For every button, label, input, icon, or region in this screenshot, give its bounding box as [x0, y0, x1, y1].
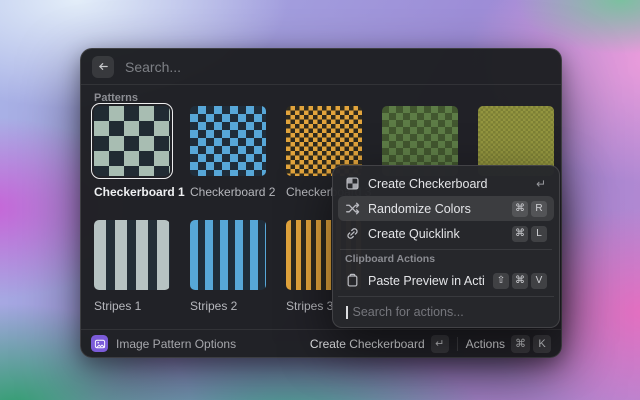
keycap-return: ↵: [431, 335, 449, 353]
pattern-label: Stripes 2: [187, 299, 269, 313]
footer-app-label: Image Pattern Options: [116, 337, 236, 351]
actions-menu-items: Create Checkerboard↵Randomize Colors⌘RCr…: [338, 171, 554, 293]
footer-actions-group: Create Checkerboard ↵ Actions ⌘K: [310, 335, 551, 353]
footer-divider: [457, 337, 458, 351]
pattern-item-checkerboard-2[interactable]: Checkerboard 2: [187, 103, 269, 199]
actions-label: Actions: [466, 337, 505, 351]
back-button[interactable]: [92, 56, 114, 78]
keycap: R: [531, 201, 547, 217]
menu-item-create-checkerboard[interactable]: Create Checkerboard ↵: [338, 171, 554, 196]
pattern-item-checkerboard-1[interactable]: Checkerboard 1: [91, 103, 173, 199]
menu-item-label: Create Quicklink: [368, 227, 460, 241]
footer-bar: Image Pattern Options Create Checkerboar…: [81, 329, 561, 357]
keycap: ↵: [536, 177, 546, 191]
keycap: L: [531, 226, 547, 242]
menu-item-shortcut: ↵: [536, 177, 547, 191]
shuffle-icon: [345, 201, 360, 216]
pattern-preview: [190, 220, 266, 290]
menu-item-shortcut: ⌘R: [512, 201, 547, 217]
pattern-label: Stripes 1: [91, 299, 173, 313]
keycap: V: [531, 273, 547, 289]
link-icon: [345, 226, 360, 241]
arrow-left-icon: [97, 60, 110, 73]
menu-item-shortcut: ⇧⌘V: [493, 273, 547, 289]
pattern-item-stripes-2[interactable]: Stripes 2: [187, 217, 269, 313]
keycap: ⌘: [512, 201, 528, 217]
primary-action-label: Create Checkerboard: [310, 337, 425, 351]
actions-button[interactable]: Actions ⌘K: [466, 335, 551, 353]
actions-search-input[interactable]: Search for actions...: [338, 296, 554, 327]
menu-item-label: Paste Preview in Active App: [368, 274, 485, 288]
menu-divider: [340, 249, 552, 250]
keycap: ⌘: [512, 273, 528, 289]
pattern-label: Checkerboard 2: [187, 185, 269, 199]
checkerboard-icon: [345, 176, 360, 191]
pattern-preview: [94, 106, 170, 176]
actions-search-placeholder: Search for actions...: [353, 305, 464, 319]
actions-keycaps: ⌘K: [511, 335, 551, 353]
menu-item-randomize-colors[interactable]: Randomize Colors ⌘R: [338, 196, 554, 221]
patterns-row-2: Stripes 1Stripes 2Stripes 3: [91, 217, 365, 313]
keycap: ⌘: [512, 226, 528, 242]
window-header: Search...: [81, 49, 561, 85]
actions-menu: Create Checkerboard↵Randomize Colors⌘RCr…: [332, 165, 560, 328]
keycap: ⌘: [511, 335, 530, 353]
pattern-thumbnail[interactable]: [187, 217, 269, 293]
menu-item-label: Randomize Colors: [368, 202, 471, 216]
pattern-thumbnail[interactable]: [91, 217, 173, 293]
keycap: K: [533, 335, 551, 353]
primary-action-button[interactable]: Create Checkerboard ↵: [310, 335, 449, 353]
pattern-label: Checkerboard 1: [91, 185, 173, 199]
menu-item-create-quicklink[interactable]: Create Quicklink ⌘L: [338, 221, 554, 246]
menu-section-clipboard-actions: Clipboard Actions: [345, 253, 547, 265]
text-caret: [346, 306, 348, 319]
pattern-preview: [190, 106, 266, 176]
pattern-item-stripes-1[interactable]: Stripes 1: [91, 217, 173, 313]
clipboard-icon: [345, 273, 360, 288]
keycap: ⇧: [493, 273, 509, 289]
image-pattern-app-icon: [91, 335, 108, 352]
menu-item-shortcut: ⌘L: [512, 226, 547, 242]
image-icon: [94, 338, 106, 350]
search-input[interactable]: Search...: [125, 59, 181, 75]
menu-item-label: Create Checkerboard: [368, 177, 488, 191]
desktop-background: Search... Patterns Checkerboard 1Checker…: [0, 0, 640, 400]
pattern-preview: [94, 220, 170, 290]
menu-item-paste-preview-in-active-app[interactable]: Paste Preview in Active App ⇧⌘V: [338, 268, 554, 293]
pattern-thumbnail[interactable]: [187, 103, 269, 179]
pattern-thumbnail[interactable]: [91, 103, 173, 179]
